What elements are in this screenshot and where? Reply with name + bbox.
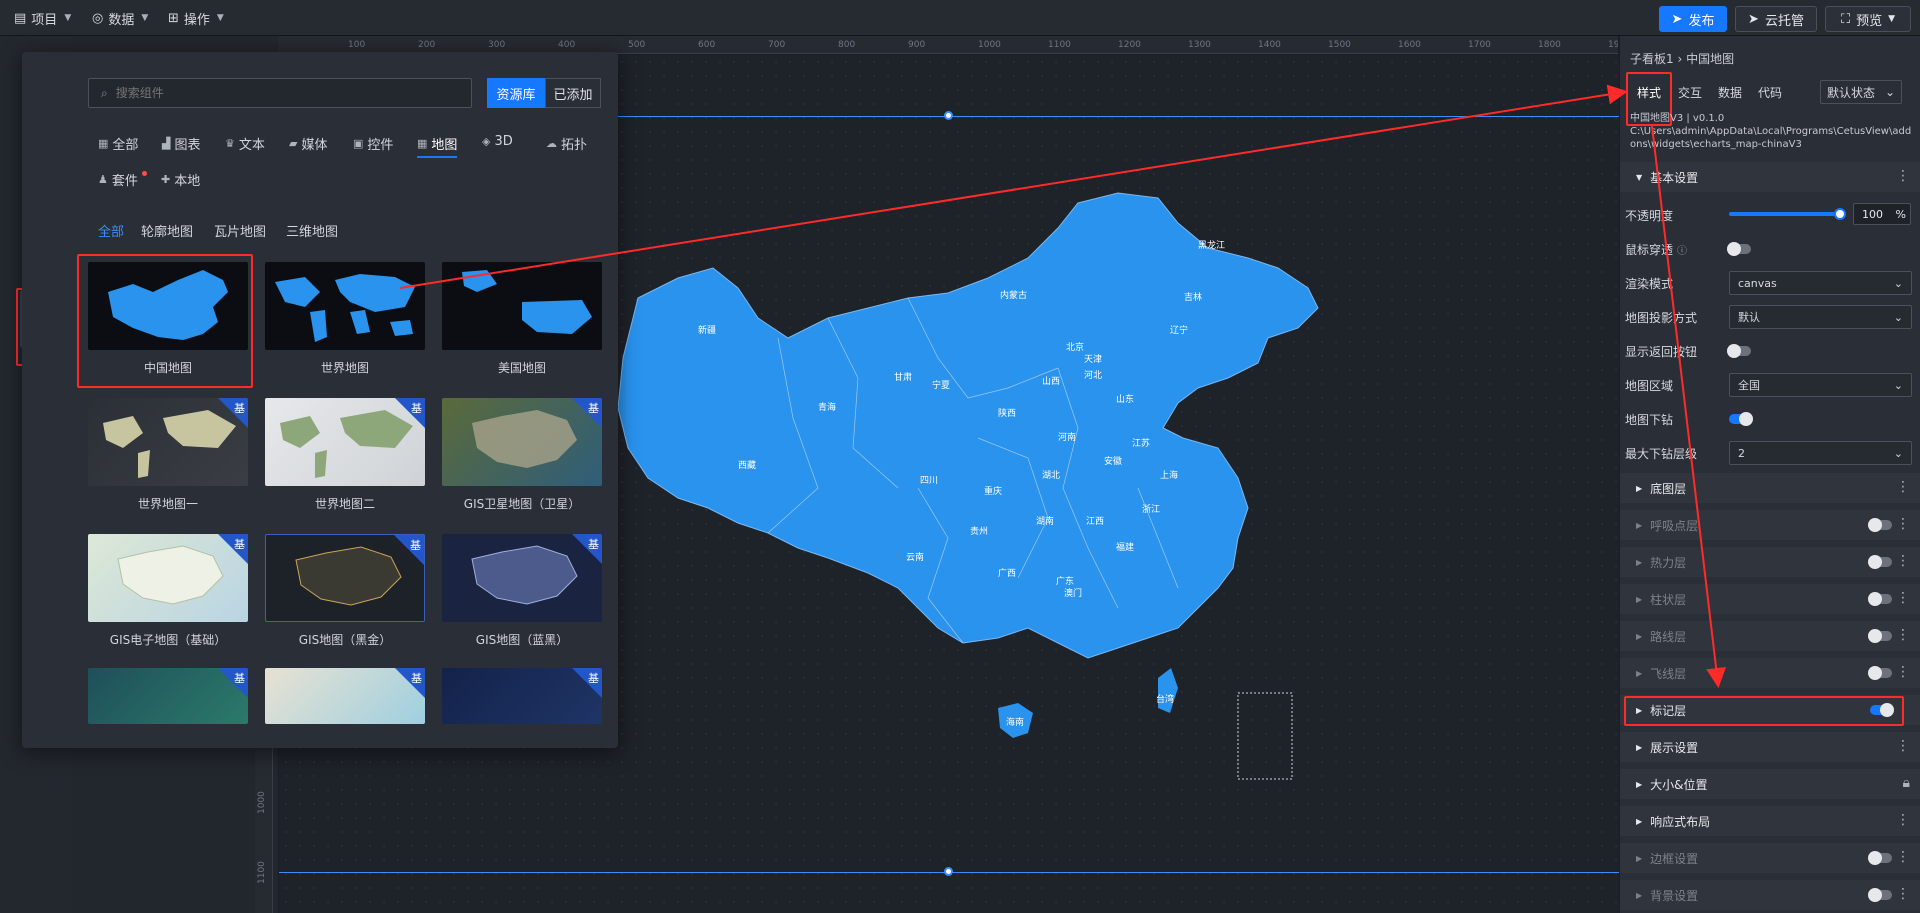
annotation-overlay [399, 84, 1727, 688]
annotation-arrow-to-style-tab [399, 84, 1628, 289]
annotation-arrow-to-marker-layer [1651, 125, 1727, 688]
